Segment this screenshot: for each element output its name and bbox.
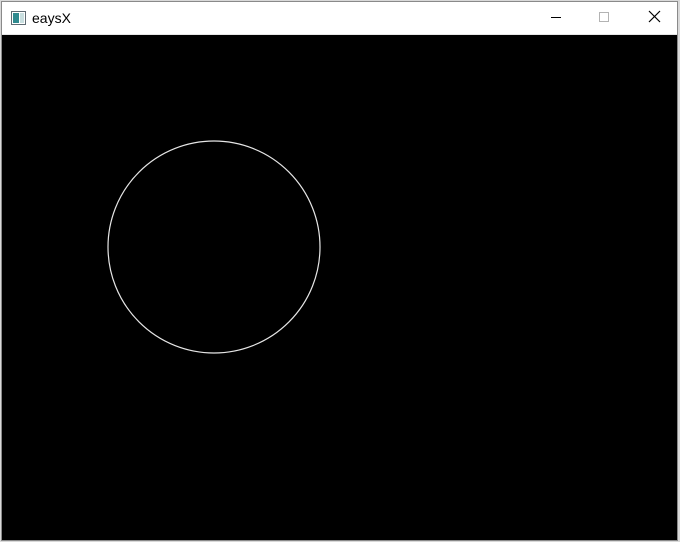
maximize-button[interactable] (581, 2, 627, 35)
close-button[interactable] (631, 2, 677, 35)
minimize-icon (550, 10, 562, 28)
minimize-button[interactable] (533, 2, 579, 35)
app-icon (11, 11, 26, 25)
canvas-svg (107, 140, 321, 354)
maximize-icon (598, 10, 610, 28)
close-icon (648, 10, 661, 28)
title-bar[interactable]: eaysX (2, 2, 677, 35)
window-title: eaysX (32, 10, 71, 26)
drawn-circle (107, 140, 321, 354)
drawing-canvas[interactable] (2, 35, 677, 540)
app-window: eaysX (1, 1, 678, 541)
